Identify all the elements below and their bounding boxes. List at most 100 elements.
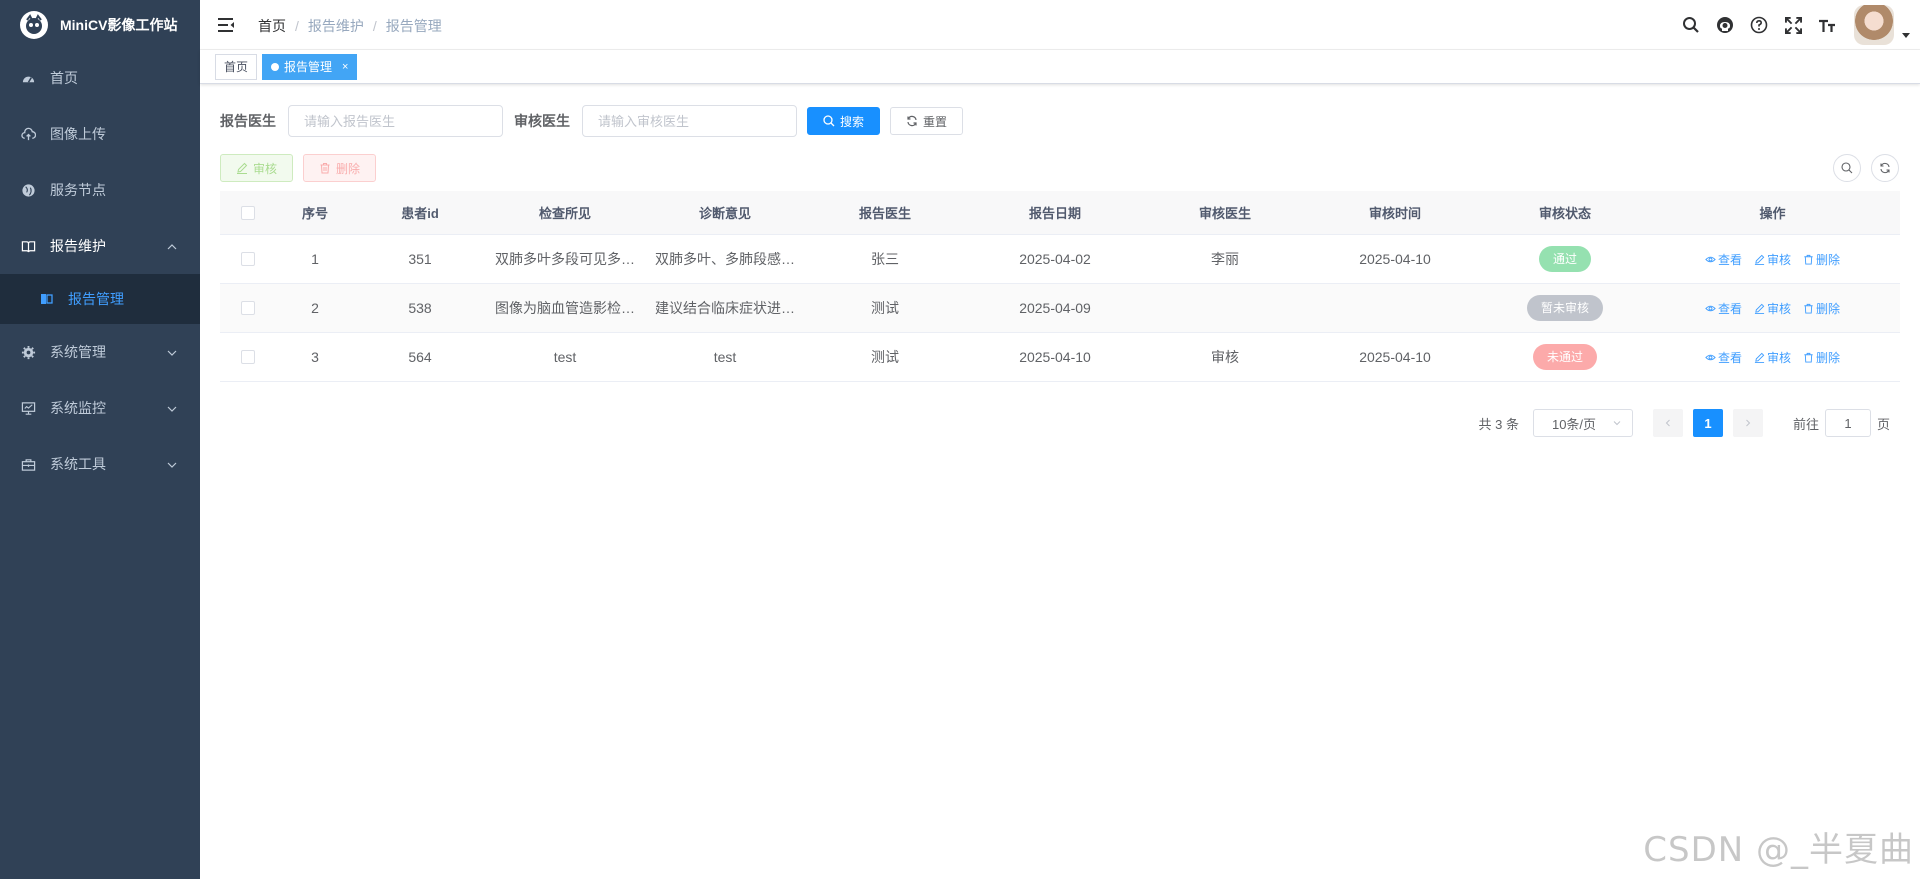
font-size-icon[interactable]: [1810, 0, 1844, 50]
cell-date: 2025-04-09: [1019, 300, 1091, 316]
sidebar-subitem-report-management[interactable]: 报告管理: [0, 274, 200, 324]
sidebar-item-upload[interactable]: 图像上传: [0, 106, 200, 162]
sidebar-item-home[interactable]: 首页: [0, 50, 200, 106]
tag-home[interactable]: 首页: [215, 54, 258, 80]
breadcrumb-home[interactable]: 首页: [258, 16, 286, 36]
sidebar-item-label: 图像上传: [50, 126, 106, 142]
select-all-cell: [220, 205, 275, 220]
row-checkbox[interactable]: [240, 350, 255, 364]
tags-view: 首页 报告管理 ×: [200, 50, 1920, 84]
breadcrumb-parent: 报告维护: [307, 18, 364, 34]
view-link[interactable]: 查看: [1705, 300, 1742, 317]
delete-label: 删除: [1816, 350, 1841, 365]
sidebar-item-label: 服务节点: [50, 182, 106, 198]
sidebar: MiniCV影像工作站 首页 图像上传 服务节点 报告维护 报告管理 系统管理 …: [0, 0, 200, 879]
cell-diagnosis: test: [713, 349, 737, 365]
search-icon[interactable]: [1674, 0, 1708, 50]
row-select-cell: [220, 350, 275, 364]
col-header-actions: 操作: [1759, 206, 1786, 221]
sidebar-item-system[interactable]: 系统管理: [0, 324, 200, 380]
edit-icon: [236, 162, 248, 174]
goto-page-input[interactable]: [1824, 409, 1871, 437]
edit-icon: [1754, 303, 1765, 314]
logo[interactable]: MiniCV影像工作站: [0, 0, 200, 50]
avatar[interactable]: [1854, 5, 1894, 45]
close-icon[interactable]: ×: [342, 55, 348, 79]
github-icon[interactable]: [1708, 0, 1742, 50]
sidebar-item-monitor[interactable]: 系统监控: [0, 380, 200, 436]
view-label: 查看: [1717, 350, 1742, 365]
toggle-search-button[interactable]: [1833, 154, 1861, 182]
refresh-icon: [906, 115, 918, 127]
trash-icon: [1804, 254, 1813, 265]
delete-button-label: 删除: [336, 161, 361, 176]
refresh-button[interactable]: [1871, 154, 1899, 182]
caret-down-icon: [1902, 26, 1910, 42]
page-jump: 前往 页: [1793, 409, 1890, 437]
search-icon: [1841, 162, 1853, 174]
view-label: 查看: [1717, 301, 1742, 316]
view-link[interactable]: 查看: [1705, 251, 1742, 268]
sidebar-item-nodes[interactable]: 服务节点: [0, 162, 200, 218]
trash-icon: [1804, 303, 1813, 314]
fullscreen-icon[interactable]: [1776, 0, 1810, 50]
eye-icon: [1705, 256, 1716, 262]
page-number-button[interactable]: 1: [1692, 409, 1723, 437]
view-link[interactable]: 查看: [1705, 349, 1742, 366]
cell-doctor: 测试: [871, 349, 899, 365]
cell-patient-id: 351: [408, 251, 432, 267]
review-link[interactable]: 审核: [1754, 300, 1791, 317]
table-row[interactable]: 3 564 test test 测试 2025-04-10 审核 2025-04…: [220, 333, 1900, 382]
logo-icon: [20, 11, 48, 39]
doctor-input[interactable]: [288, 105, 503, 137]
review-link[interactable]: 审核: [1754, 251, 1791, 268]
delete-button[interactable]: 删除: [303, 154, 377, 182]
tag-report-management[interactable]: 报告管理 ×: [262, 54, 358, 80]
delete-link[interactable]: 删除: [1803, 251, 1840, 268]
delete-label: 删除: [1816, 252, 1841, 267]
sidebar-item-report[interactable]: 报告维护: [0, 218, 200, 274]
chevron-left-icon: [1665, 419, 1670, 427]
cell-doctor: 张三: [871, 251, 899, 267]
reviewer-input[interactable]: [582, 105, 797, 137]
review-button[interactable]: 审核: [220, 154, 294, 182]
status-badge: 暂未审核: [1526, 295, 1603, 321]
monitor-icon: [20, 400, 36, 416]
sidebar-subitem-label: 报告管理: [68, 291, 124, 307]
cloud-upload-icon: [20, 126, 36, 142]
sidebar-item-tools[interactable]: 系统工具: [0, 436, 200, 492]
cell-date: 2025-04-10: [1019, 349, 1091, 365]
search-form: 报告医生 审核医生 搜索 重置: [220, 105, 964, 137]
delete-link[interactable]: 删除: [1803, 349, 1840, 366]
report-table: 序号 患者id 检查所见 诊断意见 报告医生 报告日期 审核医生 审核时间 审核…: [220, 191, 1900, 382]
review-link[interactable]: 审核: [1754, 349, 1791, 366]
table-row[interactable]: 2 538 图像为脑血管造影检查所见 建议结合临床症状进一步检查 测试 2025…: [220, 284, 1900, 333]
user-menu[interactable]: [1854, 5, 1910, 45]
refresh-icon: [1880, 162, 1890, 174]
pagination-total: 共 3 条: [1478, 416, 1519, 432]
page-size-select[interactable]: 10条/页: [1532, 409, 1633, 437]
search-button-label: 搜索: [840, 114, 865, 129]
trash-icon: [1804, 352, 1813, 363]
chevron-down-icon: [166, 402, 178, 418]
delete-link[interactable]: 删除: [1803, 300, 1840, 317]
next-page-button[interactable]: [1732, 409, 1763, 437]
row-checkbox[interactable]: [240, 301, 255, 315]
help-icon[interactable]: [1742, 0, 1776, 50]
table-row[interactable]: 1 351 双肺多叶多段可见多发斑片影 双肺多叶、多肺段感染性病变 张三 202…: [220, 235, 1900, 284]
review-button-label: 审核: [253, 161, 278, 176]
col-header-findings: 检查所见: [538, 206, 591, 221]
cell-patient-id: 538: [408, 300, 432, 316]
col-header-diagnosis: 诊断意见: [698, 206, 751, 221]
sidebar-item-label: 首页: [50, 70, 78, 86]
reset-button-label: 重置: [923, 114, 948, 129]
pagination: 共 3 条 10条/页 1 前往 页: [1478, 409, 1890, 437]
hamburger-icon[interactable]: [216, 15, 236, 35]
reset-button[interactable]: 重置: [890, 107, 964, 135]
globe-icon: [20, 182, 36, 198]
prev-page-button[interactable]: [1652, 409, 1683, 437]
row-checkbox[interactable]: [240, 252, 255, 266]
search-button[interactable]: 搜索: [807, 107, 881, 135]
toolbox-icon: [20, 456, 36, 472]
select-all-checkbox[interactable]: [240, 205, 255, 220]
